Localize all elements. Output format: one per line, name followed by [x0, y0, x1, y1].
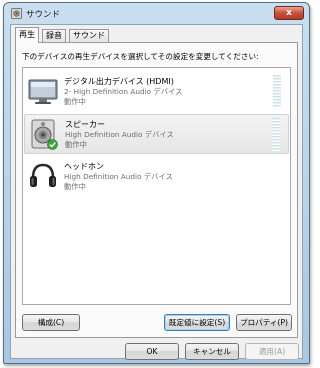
device-name: デジタル出力デバイス (HDMI)	[64, 77, 174, 86]
cancel-button[interactable]: キャンセル	[185, 343, 239, 360]
device-name: ヘッドホン	[64, 162, 104, 171]
device-status: 動作中	[65, 140, 87, 149]
monitor-icon	[28, 79, 58, 104]
device-status: 動作中	[64, 182, 86, 191]
volume-level-meter	[273, 75, 281, 108]
device-item-speakers[interactable]: スピーカー High Definition Audio デバイス 動作中	[24, 114, 289, 154]
close-button[interactable]: x	[274, 6, 304, 20]
headphones-icon	[30, 163, 56, 187]
dialog-client-area: 再生 録音 サウンド 下のデバイスの再生デバイスを選択してその設定を変更してくだ…	[10, 24, 303, 360]
speaker-app-icon	[11, 8, 22, 19]
playback-device-list[interactable]: デジタル出力デバイス (HDMI) 2- High Definition Aud…	[22, 67, 291, 305]
ok-button[interactable]: OK	[125, 343, 179, 360]
sound-dialog-window: サウンド x 再生 録音 サウンド 下のデバイスの再生デバイスを選択してその設定…	[3, 2, 310, 364]
title-bar[interactable]: サウンド x	[4, 3, 309, 23]
default-device-check-icon	[47, 139, 58, 150]
device-description: High Definition Audio デバイス	[64, 172, 173, 181]
device-status: 動作中	[64, 97, 86, 106]
tab-playback[interactable]: 再生	[15, 27, 39, 43]
device-item-hdmi[interactable]: デジタル出力デバイス (HDMI) 2- High Definition Aud…	[24, 72, 289, 112]
instruction-text: 下のデバイスの再生デバイスを選択してその設定を変更してください:	[22, 52, 259, 61]
volume-level-meter	[272, 118, 280, 151]
device-item-headphones[interactable]: ヘッドホン High Definition Audio デバイス 動作中	[24, 157, 289, 197]
tab-recording[interactable]: 録音	[42, 29, 66, 42]
device-description: High Definition Audio デバイス	[65, 130, 174, 139]
window-title: サウンド	[26, 10, 61, 20]
apply-button[interactable]: 適用(A)	[245, 343, 299, 360]
configure-button[interactable]: 構成(C)	[22, 314, 80, 331]
tab-sounds[interactable]: サウンド	[69, 29, 109, 42]
set-default-button[interactable]: 既定値に設定(S)	[164, 314, 230, 331]
device-description: 2- High Definition Audio デバイス	[64, 87, 183, 96]
properties-button[interactable]: プロパティ(P)	[236, 314, 292, 331]
playback-tab-panel: 下のデバイスの再生デバイスを選択してその設定を変更してください: デジタル出力デ…	[15, 42, 298, 338]
device-name: スピーカー	[65, 120, 105, 129]
